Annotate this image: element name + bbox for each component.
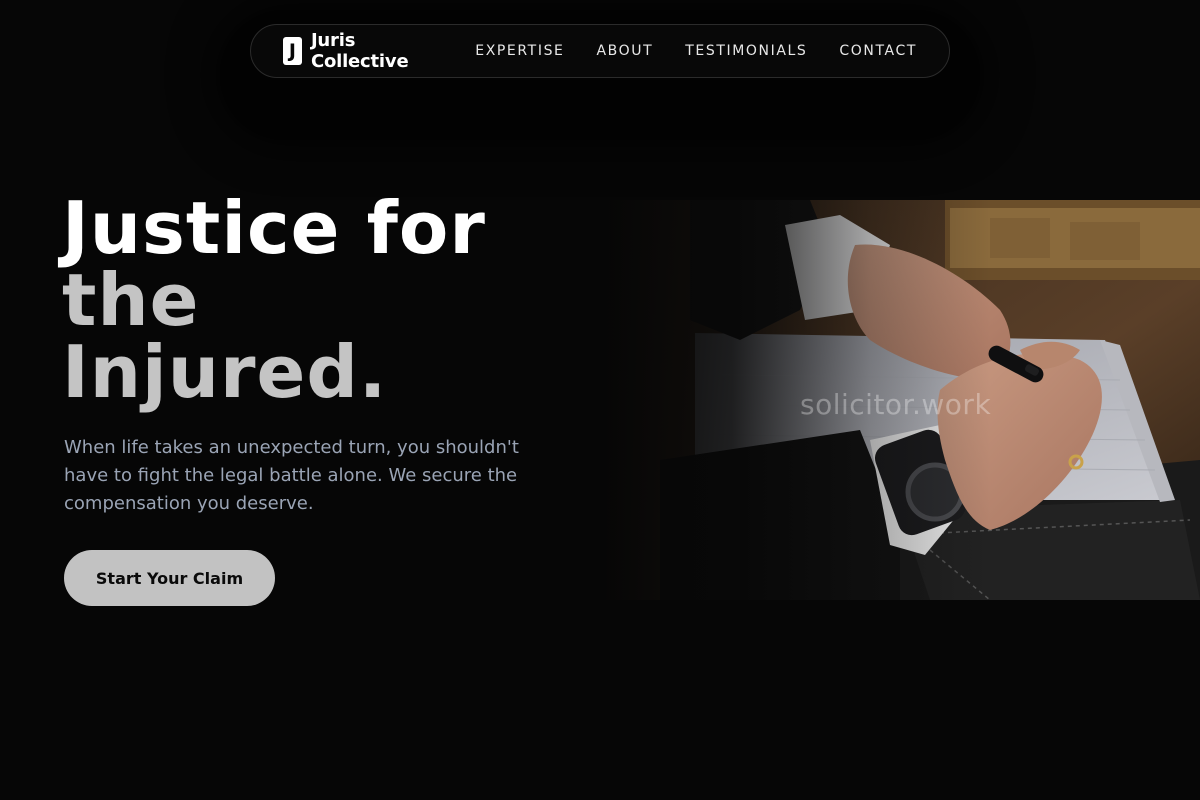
image-watermark: solicitor.work <box>800 388 992 421</box>
hero-title-line-3: Injured. <box>62 330 388 414</box>
brand-logo-icon: J <box>283 37 302 65</box>
nav-link-about[interactable]: ABOUT <box>597 43 654 59</box>
hero-title-line-1: Justice for <box>62 186 486 270</box>
nav-link-testimonials[interactable]: TESTIMONIALS <box>685 43 807 59</box>
hero-image: solicitor.work <box>600 200 1200 600</box>
nav-link-expertise[interactable]: EXPERTISE <box>475 43 564 59</box>
nav-link-contact[interactable]: CONTACT <box>839 43 917 59</box>
brand-link[interactable]: J Juris Collective <box>283 30 444 72</box>
hero-subtitle: When life takes an unexpected turn, you … <box>64 437 519 514</box>
page: J Juris Collective EXPERTISE ABOUT TESTI… <box>0 0 1200 800</box>
navbar: J Juris Collective EXPERTISE ABOUT TESTI… <box>250 24 950 78</box>
nav-links: EXPERTISE ABOUT TESTIMONIALS CONTACT <box>475 43 917 59</box>
brand-name: Juris Collective <box>310 30 409 72</box>
hero-title: Justice for the Injured. <box>62 192 486 408</box>
hero-title-line-2: the <box>62 258 200 342</box>
start-claim-button[interactable]: Start Your Claim <box>64 550 275 606</box>
